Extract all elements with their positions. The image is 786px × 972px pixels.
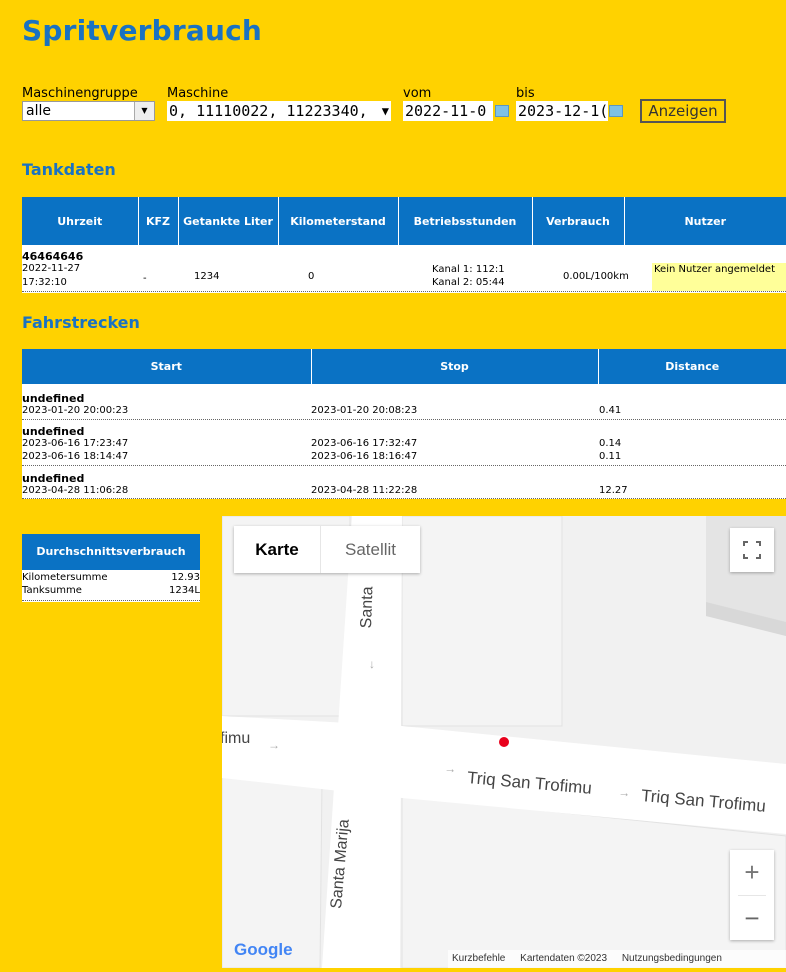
map-view[interactable]: ↓ → → → fimu Triq San Trofimu Triq San T…	[222, 516, 786, 968]
col-header: Getankte Liter	[178, 197, 279, 245]
trip-start: 2023-04-28 11:06:28	[22, 485, 129, 496]
page-title: Spritverbrauch	[22, 14, 263, 47]
row-divider	[22, 465, 786, 466]
tank-row-consumption: 0.00L/100km	[563, 271, 629, 282]
km-sum-value: 12.93	[171, 572, 200, 583]
location-marker	[499, 737, 509, 747]
col-header: Nutzer	[624, 197, 786, 245]
trip-start: 2023-01-20 20:00:23	[22, 405, 129, 416]
trip-group-name: undefined	[22, 392, 85, 405]
map-attribution: Kurzbefehle Kartendaten ©2023 Nutzungsbe…	[448, 950, 786, 968]
from-label: vom	[403, 86, 432, 101]
trip-distance: 12.27	[599, 485, 628, 496]
tank-row-user: Kein Nutzer angemeldet	[652, 263, 786, 291]
tab-map[interactable]: Karte	[234, 526, 320, 573]
trips-table: Start Stop Distance undefined 2023-01-20…	[22, 349, 786, 499]
dropdown-arrow-icon[interactable]: ▼	[382, 101, 389, 121]
group-select[interactable]: alle ▼	[22, 101, 155, 121]
col-header: KFZ	[138, 197, 179, 245]
machine-select[interactable]: 0, 11110022, 11223340, ▼	[167, 101, 391, 121]
zoom-in-button[interactable]: +	[730, 850, 774, 894]
machine-label: Maschine	[167, 86, 229, 101]
trip-distance: 0.14	[599, 438, 622, 449]
calendar-icon[interactable]	[609, 105, 623, 117]
tank-row-time: 17:32:10	[22, 277, 67, 288]
col-header: Betriebsstunden	[398, 197, 533, 245]
street-label: fimu	[222, 730, 251, 747]
km-sum-label: Kilometersumme	[22, 572, 108, 583]
machine-select-value: 0, 11110022, 11223340,	[169, 102, 368, 120]
trip-group-name: undefined	[22, 425, 85, 438]
tab-satellite[interactable]: Satellit	[320, 526, 420, 573]
col-header: Verbrauch	[532, 197, 625, 245]
tank-row-id: 46464646	[22, 250, 84, 263]
google-logo[interactable]: Google	[234, 940, 293, 960]
trip-distance: 0.11	[599, 451, 622, 462]
map-type-control: Karte Satellit	[234, 526, 420, 573]
group-select-value: alle	[26, 103, 51, 119]
tank-row-kfz: -	[143, 273, 147, 284]
dropdown-arrow-icon[interactable]: ▼	[134, 102, 154, 120]
trip-group-name: undefined	[22, 472, 85, 485]
to-date-input[interactable]: 2023-12-1(	[516, 101, 608, 121]
trip-stop: 2023-06-16 17:32:47	[311, 438, 418, 449]
map-canvas: ↓ → → →	[222, 516, 786, 968]
col-header: Stop	[311, 349, 599, 384]
zoom-out-button[interactable]: −	[730, 896, 774, 940]
fullscreen-button[interactable]	[730, 528, 774, 572]
tank-row-liters: 1234	[194, 271, 220, 282]
svg-text:→: →	[268, 738, 280, 752]
zoom-control: + −	[730, 850, 774, 940]
map-data-text: Kartendaten ©2023	[520, 953, 608, 964]
col-header: Distance	[598, 349, 786, 384]
trip-stop: 2023-04-28 11:22:28	[311, 485, 418, 496]
tank-sum-label: Tanksumme	[22, 585, 82, 596]
col-header: Kilometerstand	[278, 197, 399, 245]
col-header: Uhrzeit	[22, 197, 139, 245]
row-divider	[22, 291, 786, 292]
summary-heading: Durchschnittsverbrauch	[22, 534, 200, 570]
tank-row-km: 0	[308, 271, 315, 282]
svg-text:→: →	[618, 785, 631, 800]
fullscreen-icon	[743, 541, 761, 559]
row-divider	[22, 600, 200, 601]
trip-stop: 2023-01-20 20:08:23	[311, 405, 418, 416]
tank-heading: Tankdaten	[22, 160, 116, 179]
from-date-input[interactable]: 2022-11-0	[403, 101, 493, 121]
tank-table: Uhrzeit KFZ Getankte Liter Kilometerstan…	[22, 197, 786, 293]
group-label: Maschinengruppe	[22, 86, 138, 101]
tank-sum-value: 1234L	[168, 585, 200, 596]
shortcuts-link[interactable]: Kurzbefehle	[452, 953, 505, 964]
col-header: Start	[22, 349, 312, 384]
tank-row-date: 2022-11-27	[22, 263, 81, 274]
trips-heading: Fahrstrecken	[22, 313, 140, 332]
summary-box: Durchschnittsverbrauch Kilometersumme 12…	[22, 534, 200, 602]
svg-text:↓: ↓	[369, 657, 375, 671]
row-divider	[22, 498, 786, 499]
terms-link[interactable]: Nutzungsbedingungen	[622, 953, 722, 964]
trip-stop: 2023-06-16 18:16:47	[311, 451, 418, 462]
svg-text:→: →	[444, 761, 457, 776]
calendar-icon[interactable]	[495, 105, 509, 117]
show-button[interactable]: Anzeigen	[640, 99, 726, 123]
tank-row-hours-1: Kanal 1: 112:1	[432, 264, 505, 275]
tank-row-hours-2: Kanal 2: 05:44	[432, 277, 505, 288]
trip-start: 2023-06-16 17:23:47	[22, 438, 129, 449]
trip-start: 2023-06-16 18:14:47	[22, 451, 129, 462]
row-divider	[22, 419, 786, 420]
street-label: Santa	[358, 586, 377, 629]
trip-distance: 0.41	[599, 405, 622, 416]
to-label: bis	[516, 86, 535, 101]
